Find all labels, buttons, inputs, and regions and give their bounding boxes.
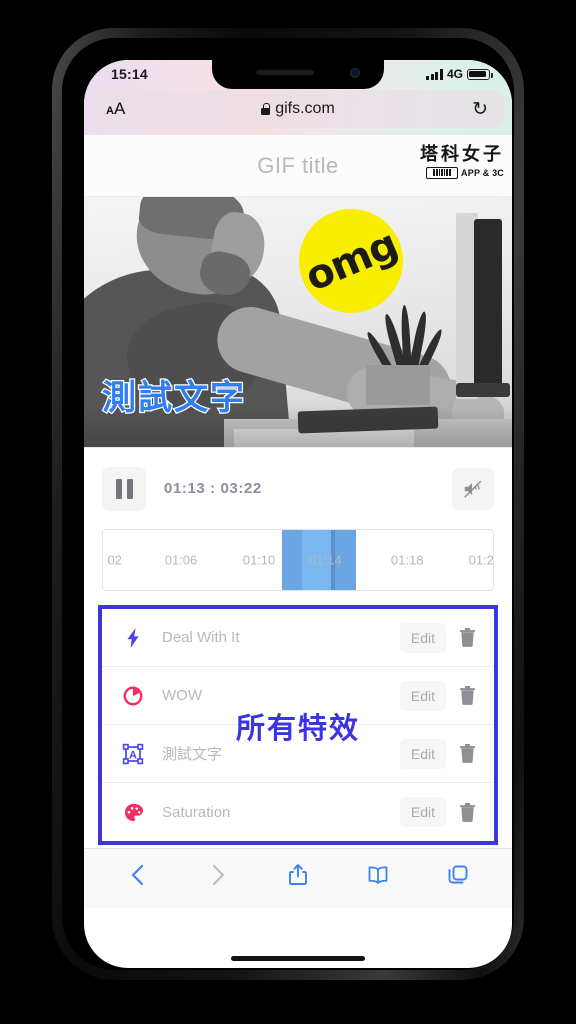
omg-sticker[interactable]: omg (298, 209, 404, 313)
effect-row[interactable]: WOW Edit (102, 667, 494, 725)
effect-label: Deal With It (162, 629, 240, 646)
text-box-icon: A (118, 742, 148, 766)
effect-label: Saturation (162, 803, 231, 821)
aa-large-label: A (113, 99, 126, 118)
status-bar-indicators: 4G (426, 67, 493, 81)
timeline-scrubber[interactable]: 02 01:06 01:10 01:14 01:18 01:2 (102, 529, 494, 591)
phone-frame: 15:14 4G AA gifs.com ↻ GIF title 塔科女子 AP… (52, 28, 524, 980)
video-text-overlay[interactable]: 測試文字 (101, 370, 246, 420)
effect-actions: Edit (399, 737, 484, 771)
palette-icon (118, 801, 148, 824)
effect-row[interactable]: Deal With It Edit (102, 609, 494, 667)
timeline-wrapper: 02 01:06 01:10 01:14 01:18 01:2 (84, 529, 512, 591)
back-button[interactable] (117, 854, 159, 896)
notch (212, 60, 384, 89)
effects-list: Deal With It Edit WOW Edit A 測試文字 Edit Saturati… (98, 605, 498, 845)
timeline-tick-label: 01:2 (468, 552, 494, 568)
gif-header: GIF title 塔科女子 APP & 3C (84, 135, 512, 197)
text-size-button[interactable]: AA (106, 99, 125, 119)
timeline-tick-label: 01:18 (390, 552, 424, 568)
mute-icon (464, 480, 482, 498)
effect-label: 測試文字 (162, 746, 223, 763)
book-icon (368, 865, 388, 884)
pie-circle-icon (118, 685, 148, 707)
watermark-english-text: APP & 3C (461, 167, 504, 178)
playback-controls: 01:13 : 03:22 (84, 447, 512, 529)
edit-button[interactable]: Edit (399, 622, 446, 653)
effect-label: WOW (162, 687, 202, 704)
delete-button[interactable] (450, 737, 484, 771)
edit-button[interactable]: Edit (399, 680, 446, 711)
phone-screen: 15:14 4G AA gifs.com ↻ GIF title 塔科女子 AP… (84, 60, 512, 968)
effect-row[interactable]: A 測試文字 Edit (102, 725, 494, 783)
front-camera-icon (350, 68, 360, 78)
timeline-tick-label: 01:06 (164, 552, 198, 568)
watermark-subtitle: APP & 3C (420, 166, 504, 179)
chevron-left-icon (131, 864, 144, 885)
time-display: 01:13 : 03:22 (164, 480, 262, 497)
delete-button[interactable] (450, 621, 484, 655)
battery-icon (467, 68, 493, 80)
watermark-chinese-text: 塔科女子 (420, 144, 504, 165)
watermark-logo: 塔科女子 APP & 3C (420, 145, 504, 179)
url-text: gifs.com (275, 100, 335, 117)
effect-actions: Edit (399, 795, 484, 829)
page-content: GIF title 塔科女子 APP & 3C omg 測試文字 01:13:… (84, 135, 512, 908)
forward-button[interactable] (197, 854, 239, 896)
phone-bezel: 15:14 4G AA gifs.com ↻ GIF title 塔科女子 AP… (62, 38, 514, 970)
home-indicator[interactable] (231, 956, 365, 961)
share-button[interactable] (277, 854, 319, 896)
bookmarks-button[interactable] (357, 854, 399, 896)
effect-row[interactable]: Saturation Edit (102, 783, 494, 841)
safari-bottom-toolbar (84, 848, 512, 908)
timeline-tick-label: 02 (107, 552, 122, 568)
url-bar[interactable]: AA gifs.com ↻ (92, 90, 504, 128)
delete-button[interactable] (450, 679, 484, 713)
svg-text:A: A (129, 749, 137, 761)
delete-button[interactable] (450, 795, 484, 829)
chevron-right-icon (212, 864, 225, 885)
effect-rows-container: Deal With It Edit WOW Edit A 測試文字 Edit Saturati… (102, 609, 494, 841)
tabs-button[interactable] (437, 854, 479, 896)
video-preview[interactable]: omg 測試文字 (84, 197, 512, 447)
signal-bars-icon (426, 68, 443, 80)
earpiece-speaker (256, 70, 314, 75)
url-center[interactable]: gifs.com (92, 100, 504, 118)
reload-icon[interactable]: ↻ (472, 100, 488, 119)
network-type-label: 4G (446, 67, 463, 81)
keyboard-icon (426, 166, 459, 179)
effect-actions: Edit (399, 621, 484, 655)
gif-title[interactable]: GIF title (257, 153, 339, 179)
edit-button[interactable]: Edit (399, 738, 446, 769)
lock-icon (261, 103, 271, 115)
aa-small-label: A (106, 105, 114, 117)
status-bar-time: 15:14 (111, 66, 148, 82)
timeline-tick-label: 01:14 (309, 552, 342, 568)
effect-actions: Edit (399, 679, 484, 713)
tabs-icon (448, 865, 468, 883)
omg-sticker-text: omg (298, 221, 404, 301)
lightning-bolt-icon (118, 626, 148, 650)
timeline-tick-label: 01:10 (242, 552, 276, 568)
share-icon (289, 863, 307, 885)
edit-button[interactable]: Edit (399, 797, 446, 827)
mute-button[interactable] (452, 467, 494, 510)
pause-button[interactable] (102, 466, 146, 511)
